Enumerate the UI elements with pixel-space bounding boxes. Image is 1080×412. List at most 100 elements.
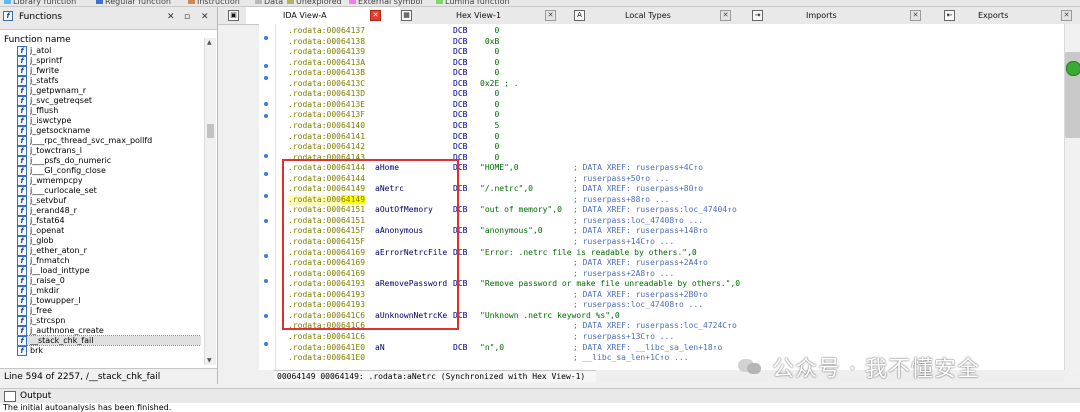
function-name: brk: [30, 346, 43, 355]
code-line[interactable]: .rodata:0006413E DCB 0: [288, 100, 499, 110]
function-list-item[interactable]: f j_wmempcpy: [17, 176, 201, 186]
restore-icon[interactable]: ▫: [184, 12, 190, 22]
code-line[interactable]: .rodata:00064144 ; ruserpass+50↑o ...: [288, 174, 669, 184]
close-tab-icon[interactable]: ✕: [720, 10, 731, 21]
code-line[interactable]: .rodata:00064169 ; ruserpass+2A8↑o ...: [288, 269, 674, 279]
code-line[interactable]: .rodata:0006415F ; ruserpass+14C↑o ...: [288, 237, 674, 247]
code-line[interactable]: .rodata:00064149 ; ruserpass+88↑o ...: [288, 195, 669, 205]
close-tab-icon[interactable]: ✕: [545, 10, 556, 21]
disassembly-horizontal-scrollbar[interactable]: [596, 370, 1064, 382]
code-line[interactable]: .rodata:00064169 ; DATA XREF: ruserpass+2…: [288, 258, 708, 268]
function-list-item[interactable]: f brk: [17, 346, 201, 356]
label[interactable]: aN: [375, 343, 385, 353]
function-list-item[interactable]: f j_fwrite: [17, 66, 201, 76]
label[interactable]: aOutOfMemory: [375, 205, 433, 215]
function-list-item[interactable]: f j_ether_aton_r: [17, 246, 201, 256]
label[interactable]: aRemovePassword: [375, 279, 447, 289]
code-line[interactable]: .rodata:00064193 ; ruserpass:loc_47408↑o …: [288, 300, 703, 310]
code-line[interactable]: .rodata:00064193 ; DATA XREF: ruserpass+2…: [288, 290, 708, 300]
function-list-item[interactable]: f j_authnone_create: [17, 326, 201, 336]
close-tab-icon[interactable]: ✕: [1061, 10, 1072, 21]
function-list-item[interactable]: f j_sprintf: [17, 56, 201, 66]
label[interactable]: aNetrc: [375, 184, 404, 194]
code-line[interactable]: .rodata:000641E0 aN DCB "n",0 ; DATA XREF: _…: [288, 343, 722, 353]
code-line[interactable]: .rodata:00064169 aErrorNetrcFile DCB "Error…: [288, 248, 697, 258]
code-line[interactable]: .rodata:00064141 DCB 0: [288, 132, 499, 142]
code-line[interactable]: .rodata:00064143 DCB 0: [288, 153, 499, 163]
function-list-item[interactable]: f j_getsockname: [17, 126, 201, 136]
function-list-item[interactable]: f j_svc_getreqset: [17, 96, 201, 106]
function-list-scrollbar[interactable]: ▲ ▼: [204, 38, 216, 365]
code-line[interactable]: .rodata:00064138 DCB 0xB: [288, 37, 499, 47]
code-line[interactable]: .rodata:000641C6 aUnknownNetrcKe DCB "Unkno…: [288, 311, 620, 321]
label[interactable]: aHome: [375, 163, 399, 173]
code-line[interactable]: .rodata:00064151 aOutOfMemory DCB "out of m…: [288, 205, 737, 215]
code-line[interactable]: .rodata:00064149 aNetrc DCB "/.netrc",0 ; DA…: [288, 184, 703, 194]
code-line[interactable]: .rodata:00064139 DCB 0: [288, 47, 499, 57]
function-list-item[interactable]: f __stack_chk_fail: [17, 335, 201, 346]
label[interactable]: aUnknownNetrcKe: [375, 311, 447, 321]
code-line[interactable]: .rodata:00064151 ; ruserpass:loc_47408↑o …: [288, 216, 703, 226]
function-list-item[interactable]: f j_glob: [17, 236, 201, 246]
function-list-item[interactable]: f j___GI_config_close: [17, 166, 201, 176]
function-list-item[interactable]: f j_setvbuf: [17, 196, 201, 206]
scroll-up-icon[interactable]: ▲: [207, 39, 212, 46]
tab-ida-view-a[interactable]: IDA View-A ✕: [246, 7, 400, 24]
close-tab-icon[interactable]: ✕: [370, 10, 381, 21]
function-list-item[interactable]: f j_towupper_l: [17, 296, 201, 306]
function-list-item[interactable]: f j_free: [17, 306, 201, 316]
code-line[interactable]: .rodata:0006413F DCB 0: [288, 110, 499, 120]
scroll-down-icon[interactable]: ▼: [207, 357, 212, 364]
code-line[interactable]: .rodata:000641E0 ; __libc_sa_len+1C↑o ...: [288, 353, 689, 363]
function-list-item[interactable]: f j_mkdir: [17, 286, 201, 296]
operand: 0: [480, 153, 500, 162]
code-line[interactable]: .rodata:0006415F aAnonymous DCB "anonymous"…: [288, 226, 708, 236]
disassembly-listing[interactable]: .rodata:00064137 DCB 0 .rodata:00064138 DCB…: [275, 24, 1066, 370]
function-list-item[interactable]: f j_erand48_r: [17, 206, 201, 216]
function-list-item[interactable]: f j_iswctype: [17, 116, 201, 126]
ida-view-disassembly[interactable]: .rodata:00064137 DCB 0 .rodata:00064138 DCB…: [259, 24, 1080, 370]
function-name-column-header[interactable]: Function name: [4, 35, 71, 45]
function-list-item[interactable]: f j_towctrans_l: [17, 146, 201, 156]
function-list-item[interactable]: f j___psfs_do_numeric: [17, 156, 201, 166]
code-line[interactable]: .rodata:0006413D DCB 0: [288, 89, 499, 99]
tab-exports[interactable]: Exports ✕: [957, 7, 1077, 24]
function-icon: f: [17, 276, 27, 286]
function-list-item[interactable]: f j_openat: [17, 226, 201, 236]
address: .rodata:00064193: [288, 300, 366, 309]
scrollbar-thumb[interactable]: [207, 124, 214, 138]
function-list-item[interactable]: f j_atol: [17, 46, 201, 56]
close-icon[interactable]: ✕: [167, 12, 175, 22]
code-line[interactable]: .rodata:00064144 aHome DCB "HOME",0 ; DATA X…: [288, 163, 703, 173]
code-line[interactable]: .rodata:0006413C DCB 0x2E ; .: [288, 79, 519, 89]
label[interactable]: aErrorNetrcFile: [375, 248, 447, 258]
code-line[interactable]: .rodata:00064137 DCB 0: [288, 26, 499, 36]
address: .rodata:0006413D: [288, 89, 366, 98]
code-line[interactable]: .rodata:000641C6 ; ruserpass+13C↑o ...: [288, 332, 674, 342]
function-list-item[interactable]: f j___rpc_thread_svc_max_pollfd: [17, 136, 201, 146]
tab-hex-view-1[interactable]: Hex View-1 ✕: [414, 7, 562, 24]
tab-local-types[interactable]: Local Types ✕: [587, 7, 747, 24]
function-list-item[interactable]: f j_getpwnam_r: [17, 86, 201, 96]
function-list-item[interactable]: f j_fstat64: [17, 216, 201, 226]
function-list-item[interactable]: f j_strcspn: [17, 316, 201, 326]
legend-swatch: [436, 0, 443, 4]
code-line[interactable]: .rodata:0006413B DCB 0: [288, 68, 499, 78]
code-line[interactable]: .rodata:0006413A DCB 0: [288, 58, 499, 68]
code-line[interactable]: .rodata:00064193 aRemovePassword DCB "Remov…: [288, 279, 740, 289]
close-tab-icon[interactable]: ✕: [910, 10, 921, 21]
code-line[interactable]: .rodata:000641C6 ; DATA XREF: ruserpass:l…: [288, 321, 737, 331]
function-list-item[interactable]: f j_fflush: [17, 106, 201, 116]
function-list-item[interactable]: f j_raise_0: [17, 276, 201, 286]
label[interactable]: aAnonymous: [375, 226, 423, 236]
function-list-item[interactable]: f j_fnmatch: [17, 256, 201, 266]
code-line[interactable]: .rodata:00064142 DCB 0: [288, 142, 499, 152]
function-list-item[interactable]: f j_statfs: [17, 76, 201, 86]
pin-icon[interactable]: ✕: [201, 12, 209, 22]
tab-imports[interactable]: Imports ✕: [765, 7, 938, 24]
arrows-gutter[interactable]: [259, 24, 274, 370]
code-line[interactable]: .rodata:00064140 DCB 5: [288, 121, 499, 131]
function-list-item[interactable]: f j___curlocale_set: [17, 186, 201, 196]
disassembly-scrollbar[interactable]: [1064, 24, 1080, 370]
function-list-item[interactable]: f j__load_inttype: [17, 266, 201, 276]
